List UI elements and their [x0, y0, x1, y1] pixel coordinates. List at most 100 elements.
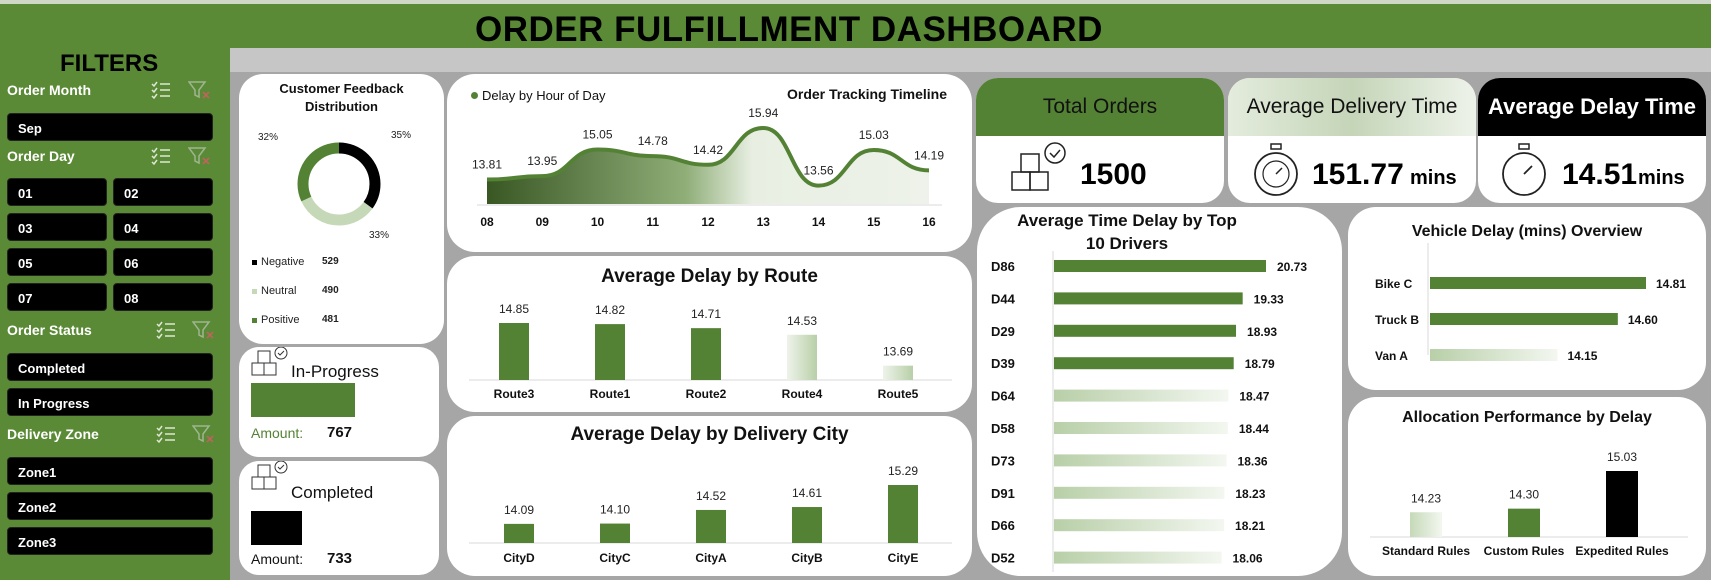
slicer-item-zone1[interactable]: Zone1 [7, 457, 213, 485]
bar-category-label: Truck B [1375, 313, 1419, 327]
bar-data-label: 14.85 [499, 302, 529, 316]
slicer-item-completed[interactable]: Completed [7, 353, 213, 381]
completed-amount: 733 [327, 550, 353, 567]
multi-select-icon[interactable] [155, 424, 177, 444]
bar [1054, 357, 1234, 370]
bar [1430, 277, 1646, 289]
bar-data-label: 18.47 [1239, 390, 1269, 404]
title-shade [230, 48, 1711, 72]
in-progress-label: In-Progress [291, 362, 379, 381]
bar-data-label: 13.69 [883, 345, 913, 359]
bar-data-label: 14.60 [1628, 313, 1658, 327]
bar-data-label: 14.10 [600, 503, 630, 517]
bar-category-label: CityC [599, 551, 631, 565]
boxes-check-icon [251, 461, 288, 490]
bar [1054, 454, 1227, 467]
bar [600, 523, 630, 543]
timeline-tick-label: 11 [646, 215, 659, 229]
in-progress-amount: 767 [327, 424, 353, 441]
bar-data-label: 18.79 [1245, 357, 1275, 371]
bar-category-label: CityE [888, 551, 919, 565]
bar [883, 365, 913, 380]
filters-title: FILTERS [60, 50, 159, 77]
multi-select-icon[interactable] [150, 146, 172, 166]
clear-filter-icon[interactable] [187, 146, 210, 166]
avg-delay-unit: mins [1638, 167, 1685, 189]
timeline-data-label: 13.56 [803, 164, 833, 178]
slicer-item-sep[interactable]: Sep [7, 113, 213, 141]
bar-category-label: Custom Rules [1484, 544, 1565, 558]
slicer-item-in-progress[interactable]: In Progress [7, 388, 213, 416]
city-delay-card: Average Delay by Delivery City 14.09 City… [447, 416, 972, 576]
vehicle-chart: Bike C 14.81 Truck B 14.60 Van A 14.15 [1375, 243, 1686, 363]
legend-negative-label: Negative [261, 256, 305, 268]
legend-swatch-negative [252, 260, 257, 265]
legend-neutral-label: Neutral [261, 285, 297, 297]
bar [499, 323, 529, 380]
slicer-item-zone3[interactable]: Zone3 [7, 527, 213, 555]
order-status-label: Order Status [7, 322, 92, 338]
bar-category-label: D58 [991, 421, 1015, 436]
order-month-label: Order Month [7, 82, 91, 98]
slicer-item-day-02[interactable]: 02 [113, 178, 213, 206]
multi-select-icon[interactable] [150, 80, 172, 100]
bar-category-label: D44 [991, 291, 1016, 306]
completed-label: Completed [291, 483, 374, 502]
sheet-header-strip [0, 0, 1711, 4]
timeline-data-label: 13.81 [472, 158, 502, 172]
dashboard-title: ORDER FULFILLMENT DASHBOARD [475, 10, 1103, 49]
timeline-tick-label: 08 [480, 215, 494, 229]
bar-category-label: CityB [791, 551, 823, 565]
bar-data-label: 20.73 [1277, 260, 1307, 274]
total-orders-label: Total Orders [1042, 95, 1158, 118]
in-progress-bar [251, 383, 355, 417]
clear-filter-icon[interactable] [191, 424, 214, 444]
timeline-tick-label: 14 [812, 215, 826, 229]
pct-positive: 32% [258, 132, 279, 143]
bar-category-label: Route2 [686, 387, 727, 401]
pct-negative: 35% [391, 130, 412, 141]
timeline-tick-label: 16 [922, 215, 936, 229]
avg-delivery-value: 151.77 [1312, 158, 1404, 191]
timeline-data-label: 14.19 [914, 148, 944, 162]
bar-category-label: D64 [991, 389, 1016, 404]
feedback-title: Customer Feedback Distribution [239, 80, 444, 116]
bar-data-label: 15.03 [1607, 450, 1637, 464]
clear-filter-icon[interactable] [187, 80, 210, 100]
boxes-check-icon [251, 347, 288, 376]
slicer-item-day-05[interactable]: 05 [7, 248, 107, 276]
bar [1410, 512, 1442, 537]
bar [787, 334, 817, 380]
timeline-tick-label: 10 [591, 215, 605, 229]
city-chart: 14.09 CityD 14.10 CityC 14.52 CityA 14.61 CityB… [469, 464, 952, 565]
bar-category-label: Route5 [878, 387, 919, 401]
bar [792, 507, 822, 543]
bar-data-label: 14.82 [595, 303, 625, 317]
slicer-item-day-04[interactable]: 04 [113, 213, 213, 241]
slicer-item-day-08[interactable]: 08 [113, 283, 213, 311]
bar [1054, 551, 1222, 564]
bar-data-label: 15.29 [888, 464, 918, 478]
bar-category-label: Route3 [494, 387, 535, 401]
multi-select-icon[interactable] [155, 320, 177, 340]
slicer-item-zone2[interactable]: Zone2 [7, 492, 213, 520]
route-delay-card: Average Delay by Route 14.85 Route3 14.82 R… [447, 256, 972, 412]
avg-delay-header: Average Delay Time [1478, 78, 1706, 136]
bar-category-label: Standard Rules [1382, 544, 1470, 558]
slicer-item-day-03[interactable]: 03 [7, 213, 107, 241]
avg-delivery-label: Average Delivery Time [1246, 95, 1458, 118]
order-tracking-card: Delay by Hour of Day Order Tracking Time… [447, 74, 972, 252]
clear-filter-icon[interactable] [191, 320, 214, 340]
bar-category-label: CityA [695, 551, 727, 565]
bar-data-label: 14.61 [792, 486, 822, 500]
bar-data-label: 14.23 [1411, 491, 1441, 505]
bar-category-label: Expedited Rules [1575, 544, 1669, 558]
bar [1054, 389, 1229, 402]
slicer-item-day-06[interactable]: 06 [113, 248, 213, 276]
slicer-item-day-07[interactable]: 07 [7, 283, 107, 311]
bar-category-label: D73 [991, 453, 1015, 468]
order-day-label: Order Day [7, 148, 75, 164]
slicer-item-day-01[interactable]: 01 [7, 178, 107, 206]
in-progress-amount-label: Amount: [251, 425, 304, 441]
bar [1054, 422, 1228, 434]
